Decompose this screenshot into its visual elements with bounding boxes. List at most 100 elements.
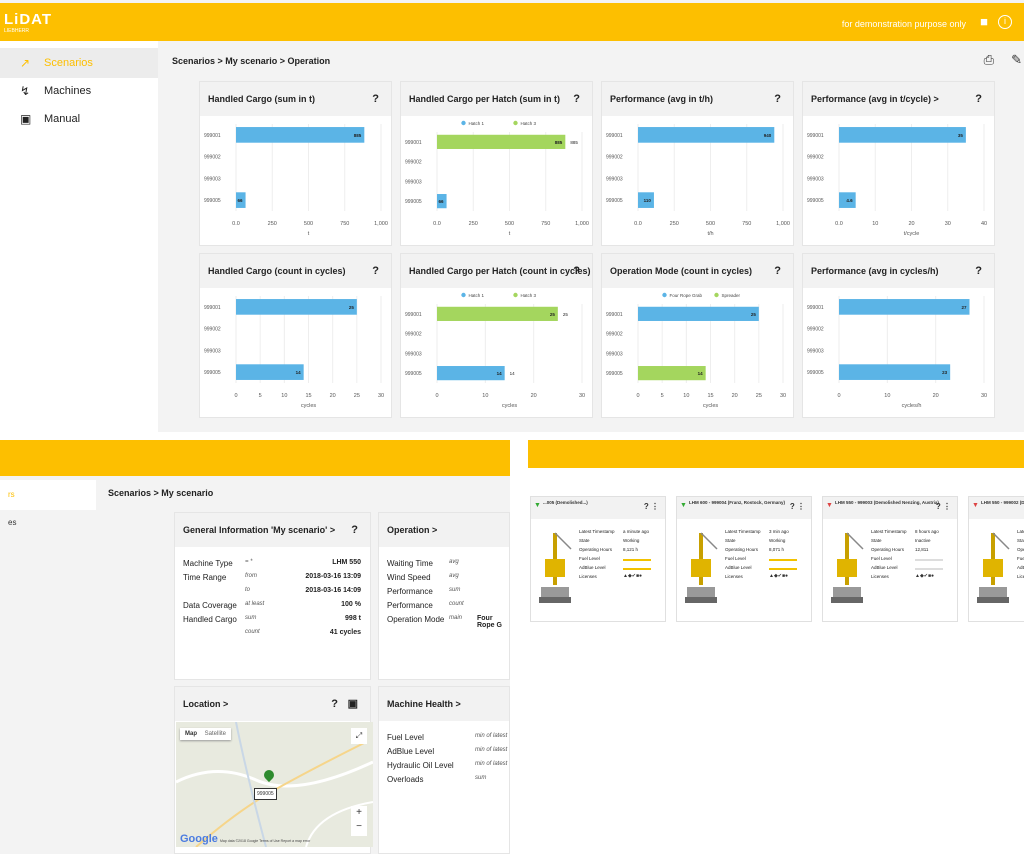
help-icon[interactable]: ? [331,687,338,721]
chart-title[interactable]: Performance (avg in t/h)? [602,82,793,116]
info-value: 100 % [341,601,361,608]
tick-label: 0 [636,393,639,399]
help-icon[interactable]: ? [372,82,379,116]
help-menu-icon[interactable]: ? ⋮ [790,503,805,511]
bar-chart: 0 10 20 30 cycles/h 999001 999002 999003 999005 2… [807,296,987,409]
machine-field-label: Latest Timestamp [725,529,761,534]
info-qual: = * [245,559,253,565]
sidebar-item-scenarios-2[interactable]: rs [0,480,96,510]
category-label: 999003 [807,348,824,354]
map-tab-satellite[interactable]: Satellite [205,731,226,737]
user-icon[interactable]: ■ [980,15,988,29]
tick-label: 30 [579,393,585,399]
tick-label: 500 [304,221,313,227]
data-label: 66 [238,198,244,203]
tick-label: 0 [234,393,237,399]
category-label: 999002 [606,155,623,161]
help-icon[interactable]: ? [975,82,982,116]
status-icon: ▼ [680,502,687,509]
bar-chart: 0.0 250 500 750 1,000 t 999001 999002 999003 9990… [204,124,388,237]
sidebar-item-machines-2[interactable]: es [8,518,16,527]
map-fullscreen-icon[interactable]: ⤢ [351,728,367,744]
sidebar-item-machines[interactable]: ↯ Machines [0,76,158,106]
chart-title[interactable]: Performance (avg in t/cycle) >? [803,82,994,116]
axis-label: cycles [502,403,518,409]
map-tab-map[interactable]: Map Satellite [180,728,232,740]
info-qual: min of latest [475,733,508,739]
general-info-title[interactable]: General Information 'My scenario' >? [175,513,370,547]
info-qual: count [449,601,464,607]
tick-label: 20 [908,221,914,227]
info-label: Machine Type [183,559,233,568]
help-icon[interactable]: ? [774,254,781,288]
info-icon[interactable]: i [998,15,1012,29]
machine-card[interactable]: ▼ LHM 600 - 999004 (Franz, Rostock, Germa… [676,496,812,622]
help-icon[interactable]: ? [573,254,580,288]
location-map[interactable]: Map Satellite ⤢ 999005 + − Google Map dat… [176,722,373,847]
info-label: Operation Mode [387,615,445,624]
machine-title[interactable]: ▼ ...005 (Demolished...)? ⋮ [531,497,665,519]
machine-card[interactable]: ▼LHM 550 - 999002 (Demolished Nenzing, A… [968,496,1024,622]
chart-title[interactable]: Handled Cargo per Hatch (sum in t)? [401,82,592,116]
machine-title[interactable]: ▼LHM 550 - 999002 (Demolished Nenzing, A… [969,497,1024,519]
category-label: 999001 [807,133,824,139]
machine-field-label: Latest Timestamp [871,529,907,534]
tick-label: 500 [505,221,514,227]
chart-card: Performance (avg in cycles/h)? 0 10 20 30 cyc… [802,253,995,418]
category-label: 999003 [405,179,422,185]
category-label: 999001 [807,305,824,311]
data-label: 27 [961,305,967,310]
help-icon[interactable]: ? [573,82,580,116]
tick-label: 25 [354,393,360,399]
machine-field-label: Licenses [1017,574,1024,579]
help-menu-icon[interactable]: ? ⋮ [644,503,659,511]
info-value: LHM 550 [332,559,361,566]
book-icon: ▣ [20,112,32,126]
machine-card[interactable]: ▼ LHM 550 - 999003 (Demolished Nenzing, A… [822,496,958,622]
tick-label: 15 [707,393,713,399]
bar-chart: 0 10 20 30 cycles Hatch 1 Hatch 3 999001 999002 9… [405,292,585,409]
machine-field-label: Licenses [725,574,743,579]
map-footer[interactable]: Map data ©2018 Google Terms of Use Repor… [220,839,310,843]
chart-title[interactable]: Handled Cargo (sum in t)? [200,82,391,116]
chart-title[interactable]: Operation Mode (count in cycles)? [602,254,793,288]
machine-health-title[interactable]: Machine Health > [379,687,509,721]
category-label: 999003 [405,351,422,357]
help-icon[interactable]: ? [774,82,781,116]
category-label: 999003 [606,176,623,182]
info-label: AdBlue Level [387,747,435,756]
sidebar-item-scenarios[interactable]: ↗ Scenarios [0,48,158,78]
fullscreen-icon[interactable]: ▣ [348,687,358,721]
tick-label: 1,000 [575,221,589,227]
tick-label: 5 [661,393,664,399]
chart-card: Handled Cargo (sum in t)? 0.0 250 500 750 1,0… [199,81,392,246]
sidebar-item-manual[interactable]: ▣ Manual [0,104,158,134]
chart-title[interactable]: Performance (avg in cycles/h)? [803,254,994,288]
category-label: 999003 [807,176,824,182]
help-icon[interactable]: ? [975,254,982,288]
legend-dot [513,292,518,298]
map-zoom-control[interactable]: + − [351,806,367,836]
print-icon[interactable]: ⎙ [984,52,994,68]
tick-label: 10 [872,221,878,227]
chart-title[interactable]: Handled Cargo per Hatch (count in cycles… [401,254,592,288]
chart-card: Performance (avg in t/h)? 0.0 250 500 750 1,0… [601,81,794,246]
machine-title[interactable]: ▼ LHM 550 - 999003 (Demolished Nenzing, A… [823,497,957,519]
help-menu-icon[interactable]: ? ⋮ [936,503,951,511]
category-label: 999001 [405,140,422,146]
help-icon[interactable]: ? [372,254,379,288]
category-label: 999002 [606,332,623,338]
edit-icon[interactable]: ✎ [1011,52,1022,68]
axis-label: t/h [707,231,713,237]
total-label: 25 [563,312,569,317]
location-title[interactable]: Location >? ▣ [175,687,370,721]
machine-card[interactable]: ▼ ...005 (Demolished...)? ⋮ Latest Timesta… [530,496,666,622]
info-qual: main [449,615,463,621]
category-label: 999005 [405,371,422,377]
chart-title[interactable]: Handled Cargo (count in cycles)? [200,254,391,288]
help-icon[interactable]: ? [351,513,358,547]
app-logo[interactable]: LiDAT LIEBHERR [4,11,52,34]
operation-title[interactable]: Operation > [379,513,509,547]
tick-label: 15 [305,393,311,399]
machine-title[interactable]: ▼ LHM 600 - 999004 (Franz, Rostock, Germa… [677,497,811,519]
